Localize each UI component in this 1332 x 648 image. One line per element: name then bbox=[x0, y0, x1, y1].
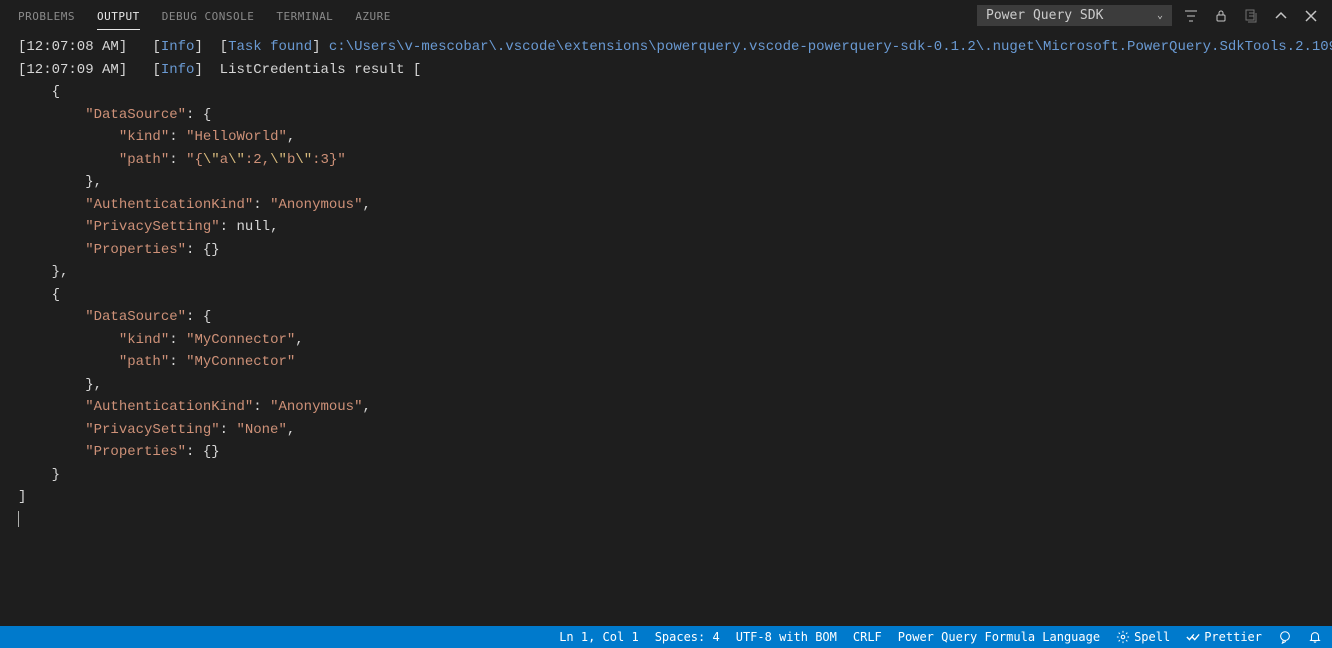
log-task-found: Task found bbox=[228, 39, 312, 55]
gear-icon bbox=[1116, 630, 1130, 644]
filter-icon[interactable] bbox=[1180, 5, 1202, 27]
panel-header-actions: Power Query SDK ⌄ bbox=[977, 5, 1322, 27]
log-timestamp: [12:07:08 AM] bbox=[18, 39, 127, 55]
status-ln-col[interactable]: Ln 1, Col 1 bbox=[559, 630, 638, 644]
output-channel-selected: Power Query SDK bbox=[986, 8, 1103, 23]
status-bar: Ln 1, Col 1 Spaces: 4 UTF-8 with BOM CRL… bbox=[0, 626, 1332, 648]
status-eol[interactable]: CRLF bbox=[853, 630, 882, 644]
tab-terminal[interactable]: TERMINAL bbox=[276, 2, 333, 30]
status-bell-icon[interactable] bbox=[1308, 630, 1322, 644]
log-timestamp: [12:07:09 AM] bbox=[18, 62, 127, 78]
log-message: ListCredentials result [ bbox=[220, 62, 422, 78]
log-exe-path: c:\Users\v-mescobar\.vscode\extensions\p… bbox=[329, 39, 1332, 55]
status-spell[interactable]: Spell bbox=[1116, 630, 1170, 644]
log-level: Info bbox=[161, 62, 195, 78]
tab-azure[interactable]: AZURE bbox=[355, 2, 391, 30]
chevron-down-icon: ⌄ bbox=[1157, 10, 1163, 21]
chevron-up-icon[interactable] bbox=[1270, 5, 1292, 27]
tab-output[interactable]: OUTPUT bbox=[97, 2, 140, 30]
status-feedback-icon[interactable] bbox=[1278, 630, 1292, 644]
output-channel-select[interactable]: Power Query SDK ⌄ bbox=[977, 5, 1172, 26]
status-prettier[interactable]: Prettier bbox=[1186, 630, 1262, 644]
close-icon[interactable] bbox=[1300, 5, 1322, 27]
log-level: Info bbox=[161, 39, 195, 55]
status-encoding[interactable]: UTF-8 with BOM bbox=[736, 630, 837, 644]
clear-output-icon[interactable] bbox=[1240, 5, 1262, 27]
panel-tabs: PROBLEMS OUTPUT DEBUG CONSOLE TERMINAL A… bbox=[18, 2, 391, 30]
output-body[interactable]: [12:07:08 AM] [Info] [Task found] c:\Use… bbox=[0, 32, 1332, 626]
lock-icon[interactable] bbox=[1210, 5, 1232, 27]
tab-problems[interactable]: PROBLEMS bbox=[18, 2, 75, 30]
double-check-icon bbox=[1186, 630, 1200, 644]
panel-header: PROBLEMS OUTPUT DEBUG CONSOLE TERMINAL A… bbox=[0, 0, 1332, 32]
text-cursor bbox=[18, 511, 19, 527]
tab-debug-console[interactable]: DEBUG CONSOLE bbox=[162, 2, 255, 30]
status-language[interactable]: Power Query Formula Language bbox=[898, 630, 1100, 644]
status-spaces[interactable]: Spaces: 4 bbox=[655, 630, 720, 644]
